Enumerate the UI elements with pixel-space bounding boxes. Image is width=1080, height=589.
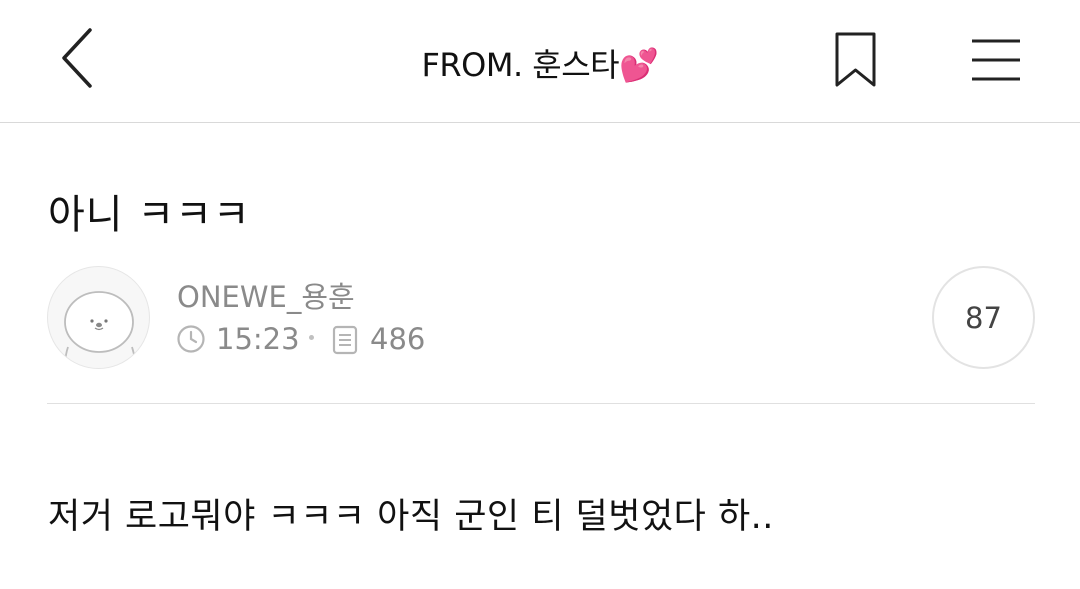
clock-icon bbox=[177, 325, 205, 353]
top-bar: FROM. 훈스타💕 bbox=[0, 0, 1080, 123]
bear-avatar-icon bbox=[64, 291, 136, 368]
header-title-text: FROM. 훈스타 bbox=[421, 46, 620, 84]
post-body: 저거 로고뭐야 ㅋㅋㅋ 아직 군인 티 덜벗었다 하.. bbox=[48, 497, 774, 537]
bookmark-button[interactable] bbox=[830, 30, 882, 90]
author-avatar[interactable] bbox=[47, 266, 150, 369]
menu-button[interactable] bbox=[966, 36, 1026, 84]
post-time: 15:23 bbox=[216, 322, 300, 356]
meta-separator bbox=[309, 335, 314, 340]
hamburger-menu-icon bbox=[972, 39, 1020, 81]
page-title: FROM. 훈스타💕 bbox=[0, 40, 1080, 86]
document-icon bbox=[332, 325, 358, 355]
content-divider bbox=[47, 403, 1035, 404]
view-count: 486 bbox=[370, 322, 426, 356]
author-name[interactable]: ONEWE_용훈 bbox=[177, 274, 355, 316]
bookmark-icon bbox=[835, 32, 876, 87]
heart-emoji: 💕 bbox=[619, 46, 659, 84]
app-root: FROM. 훈스타💕 아니 ㅋㅋㅋ ONEWE_용훈 15:23 486 87 … bbox=[0, 0, 1080, 589]
comment-count-button[interactable]: 87 bbox=[932, 266, 1035, 369]
post-title: 아니 ㅋㅋㅋ bbox=[48, 192, 251, 238]
